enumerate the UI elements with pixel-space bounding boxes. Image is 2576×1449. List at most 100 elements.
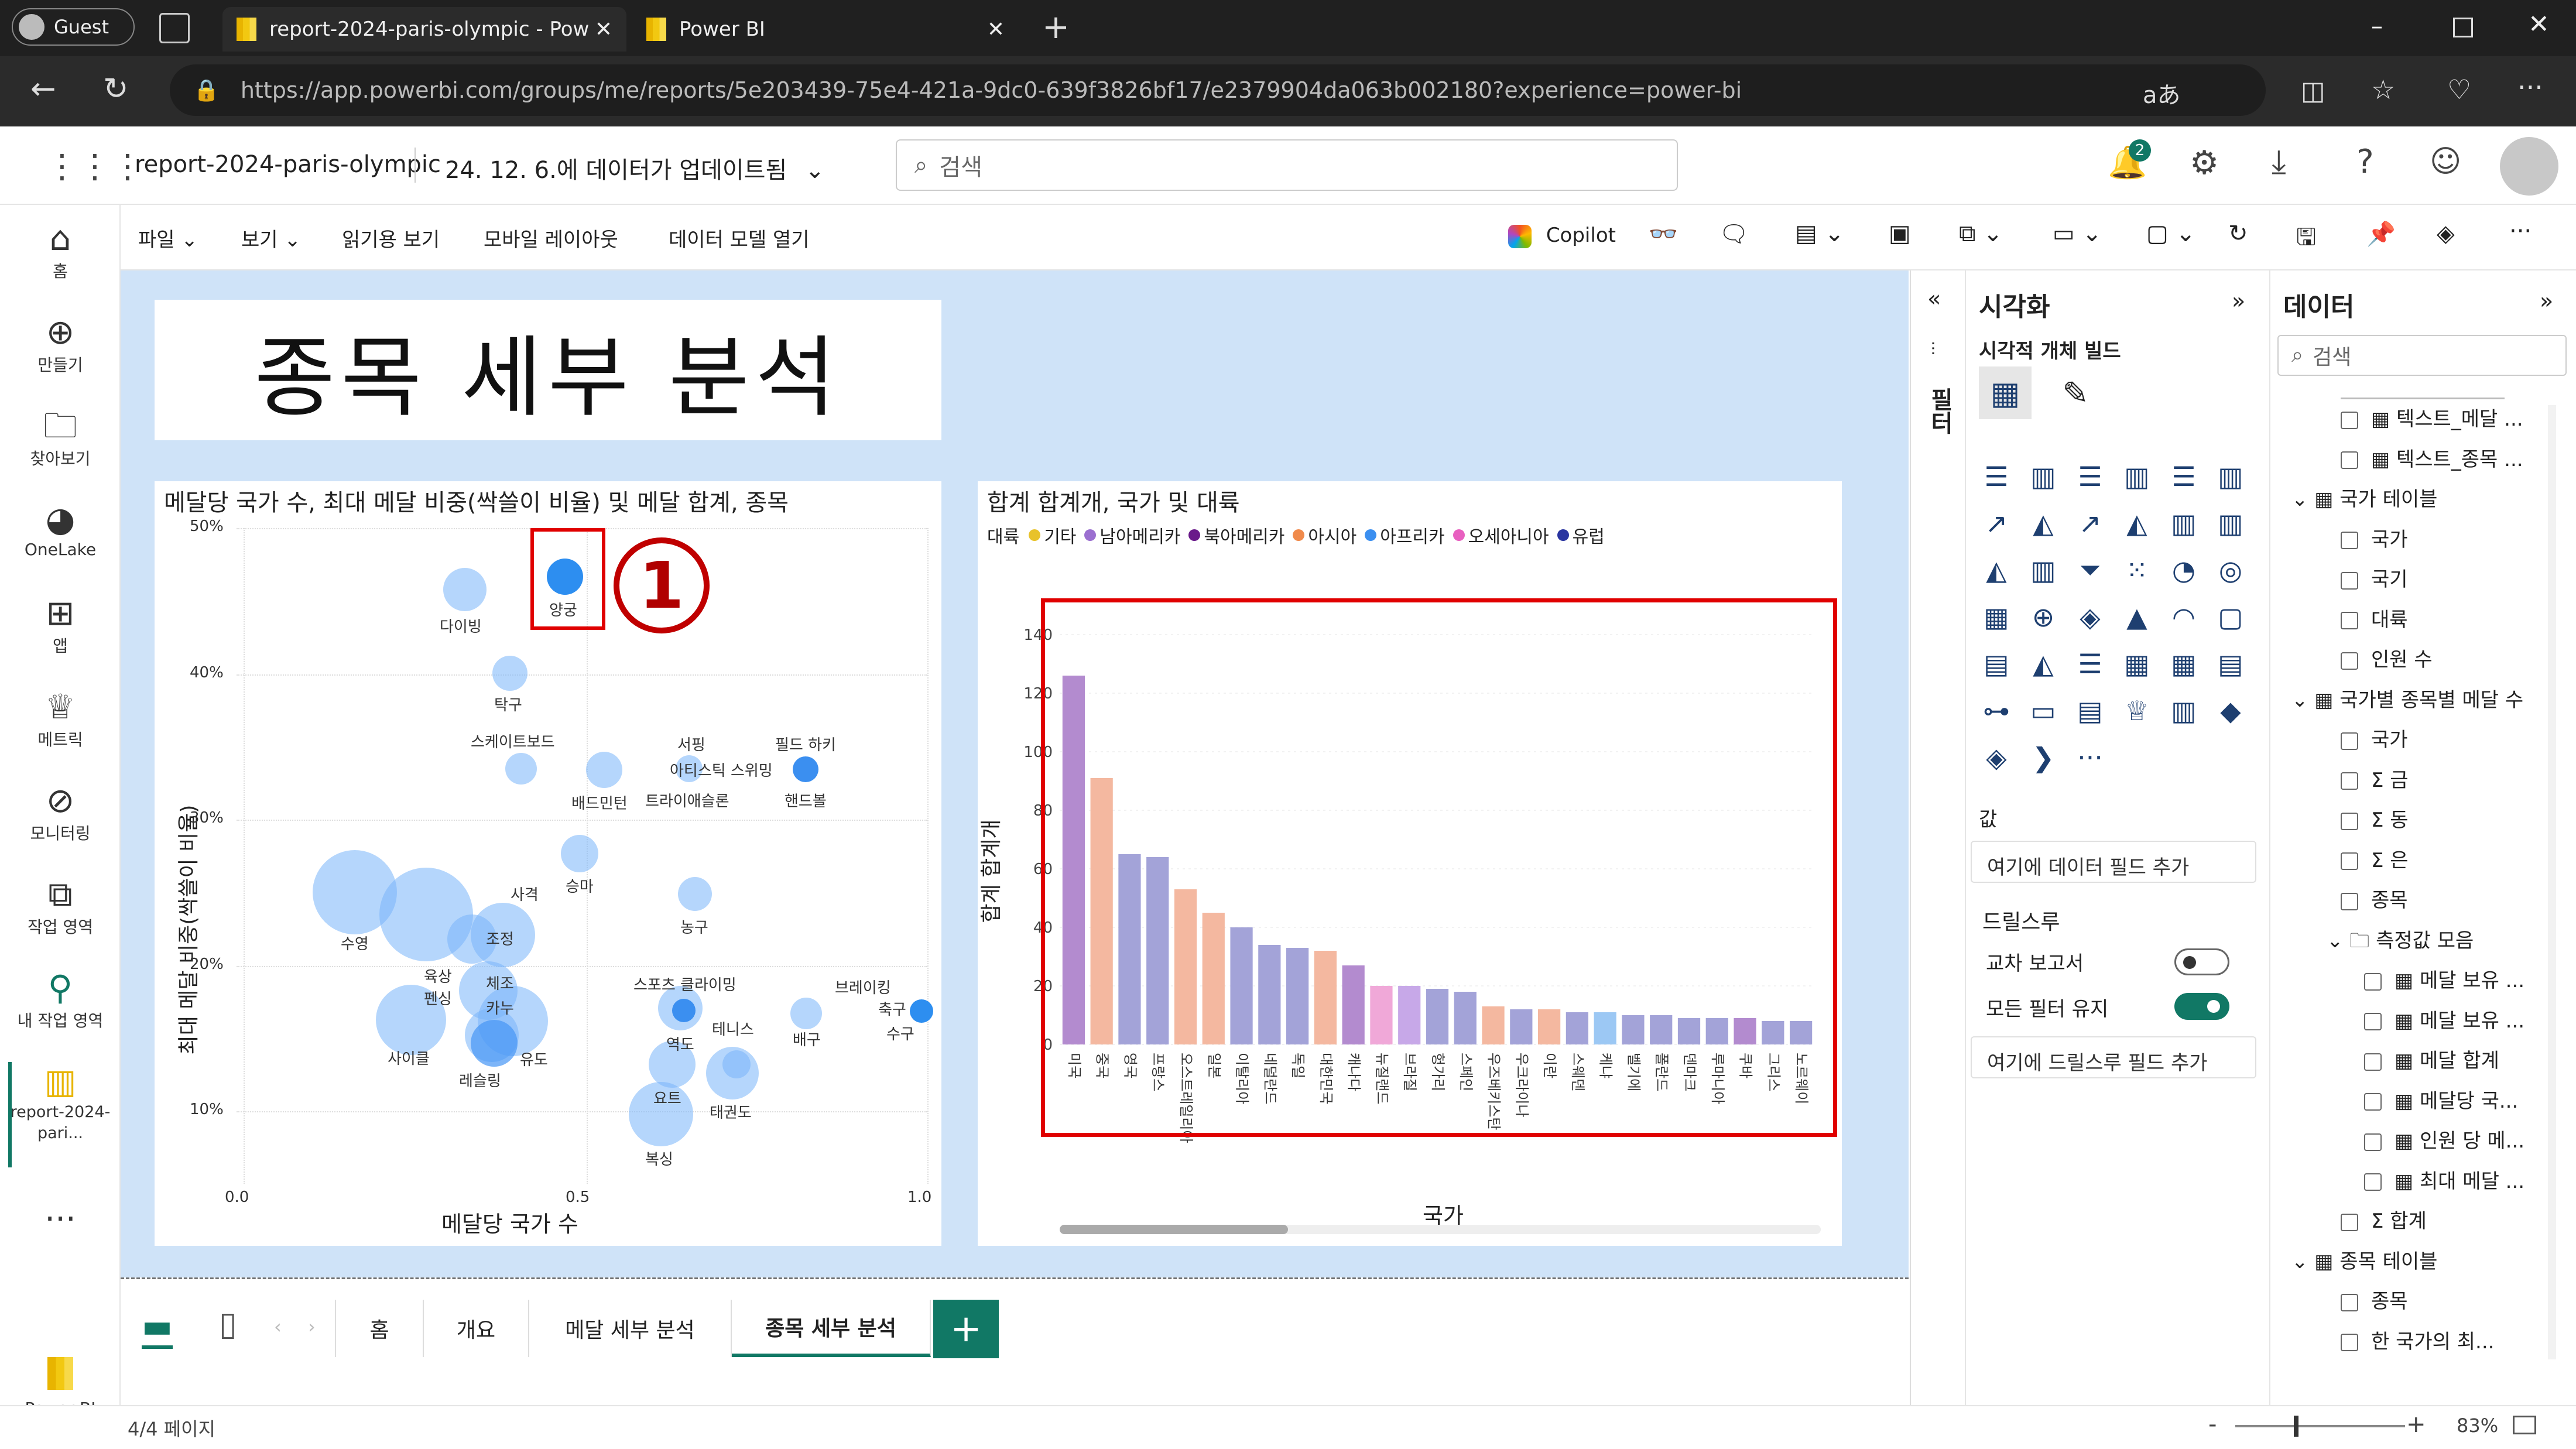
bar-chart[interactable]: 합계 합계개, 국가 및 대륙 대륙 기타 남아메리카 북아메리카 아시아 아프리카 오세… [978, 481, 1842, 1246]
data-tree-measure[interactable]: ▦ 메달 보유 ... [2364, 1005, 2524, 1033]
data-tree-table[interactable]: ⌄ ▦ 국가별 종목별 메달 수 [2291, 684, 2523, 712]
data-tree-sum[interactable]: Σ 합계 [2341, 1205, 2427, 1234]
settings-gear-icon[interactable]: ⚙ [2190, 144, 2219, 182]
visual-type-icon[interactable]: ▥ [2026, 459, 2061, 494]
visual-type-icon[interactable]: ▥ [2213, 459, 2248, 494]
field-checkbox[interactable] [2341, 411, 2358, 429]
browser-essentials-icon[interactable]: ♡ [2447, 74, 2471, 105]
visual-type-icon[interactable]: ··· [2073, 740, 2108, 775]
add-page-button[interactable]: + [933, 1300, 999, 1358]
data-tree-measure[interactable]: ▦ 텍스트_종목 ... [2341, 443, 2523, 472]
visual-type-icon[interactable]: ▭ [2026, 693, 2061, 728]
visual-type-icon[interactable]: ◭ [1979, 553, 2014, 588]
field-checkbox[interactable] [2341, 732, 2358, 750]
zoom-in-button[interactable]: + [2406, 1411, 2426, 1438]
rail-my-workspace[interactable]: ⚲ 내 작업 영역 [0, 967, 121, 1032]
visual-type-icon[interactable]: ☰ [2166, 459, 2201, 494]
data-tree-measure[interactable]: ▦ 메달 합계 [2364, 1044, 2499, 1073]
visual-type-icon[interactable]: ▥ [2166, 693, 2201, 728]
rail-workspaces[interactable]: ⧉ 작업 영역 [0, 873, 121, 938]
new-tab-button[interactable]: + [1042, 8, 1070, 46]
copilot-button[interactable]: Copilot [1508, 224, 1616, 248]
minimize-button[interactable]: – [2371, 13, 2383, 40]
data-tree-field[interactable]: 인원 수 [2341, 643, 2433, 672]
rail-browse[interactable]: 🗀 찾아보기 [0, 405, 121, 470]
format-visual-tab[interactable]: ✎ [2049, 366, 2102, 419]
visual-type-icon[interactable]: ⁙ [2119, 553, 2154, 588]
data-tree-sum[interactable]: Σ 동 [2341, 804, 2409, 833]
search-input[interactable]: ⌕ 검색 [896, 139, 1678, 191]
tab-powerbi[interactable]: Power BI ✕ [632, 7, 1019, 52]
bubble[interactable] [672, 999, 696, 1022]
data-tree-measure[interactable]: ▦ 메달당 국... [2364, 1085, 2518, 1114]
bubble[interactable] [586, 752, 622, 788]
field-checkbox[interactable] [2364, 1053, 2382, 1071]
visual-type-icon[interactable]: ▥ [2119, 459, 2154, 494]
visual-type-icon[interactable]: ◆ [2213, 693, 2248, 728]
rail-metrics[interactable]: ♕ 메트릭 [0, 686, 121, 751]
visual-type-icon[interactable]: ▥ [2026, 553, 2061, 588]
desktop-layout-icon[interactable]: ▬ [142, 1307, 173, 1349]
bubble[interactable] [561, 835, 598, 872]
visual-type-icon[interactable]: ▥ [2213, 506, 2248, 541]
more-options-icon[interactable]: ··· [2509, 218, 2532, 245]
rail-create[interactable]: ⊕ 만들기 [0, 311, 121, 376]
more-icon[interactable]: ··· [2517, 71, 2543, 103]
field-checkbox[interactable] [2341, 892, 2358, 910]
bubble[interactable] [505, 753, 537, 785]
bubble[interactable] [492, 656, 527, 691]
notifications-button[interactable]: 🔔 2 [2108, 139, 2151, 181]
visual-type-icon[interactable]: ❯ [2026, 740, 2061, 775]
field-checkbox[interactable] [2341, 772, 2358, 790]
rail-home[interactable]: ⌂ 홈 [0, 218, 121, 282]
visual-type-icon[interactable]: ▢ [2213, 600, 2248, 635]
field-checkbox[interactable] [2364, 1173, 2382, 1191]
page-tab-event-detail[interactable]: 종목 세부 분석 [732, 1300, 931, 1357]
bubble[interactable] [471, 1020, 518, 1067]
rail-more[interactable]: ··· [0, 1200, 121, 1238]
build-visual-tab[interactable]: ▦ [1979, 366, 2032, 419]
download-icon[interactable]: ⤓ [2272, 143, 2286, 181]
tab-actions-icon[interactable] [159, 13, 190, 43]
file-menu[interactable]: 파일 ⌄ [138, 224, 198, 252]
values-drop-zone[interactable]: 여기에 데이터 필드 추가 [1971, 841, 2256, 883]
zoom-out-button[interactable]: - [2208, 1411, 2217, 1438]
comment-icon[interactable]: 🗨 [1719, 220, 1749, 248]
view-menu[interactable]: 보기 ⌄ [241, 224, 301, 252]
data-tree-field[interactable]: 종목 [2341, 884, 2408, 913]
teams-icon[interactable]: ◈ [2437, 220, 2455, 247]
user-avatar[interactable] [2500, 137, 2558, 196]
visual-type-icon[interactable]: ◎ [2213, 553, 2248, 588]
rail-current-report[interactable]: ▥ report-2024-pari... [0, 1061, 121, 1144]
visual-type-icon[interactable]: ▤ [2213, 646, 2248, 681]
zoom-slider[interactable] [2235, 1416, 2405, 1437]
data-tree-measure[interactable]: ▦ 메달 보유 ... [2364, 964, 2524, 993]
bubble[interactable] [722, 1050, 751, 1078]
refresh-button[interactable]: ↻ [103, 71, 129, 107]
visual-type-icon[interactable]: ☰ [2073, 459, 2108, 494]
bubble[interactable] [678, 877, 712, 911]
app-launcher-icon[interactable]: ⋮⋮⋮ [46, 148, 144, 186]
field-checkbox[interactable] [2341, 652, 2358, 670]
close-icon[interactable]: ✕ [987, 18, 1005, 42]
collapse-icon[interactable]: » [2540, 288, 2553, 314]
visual-type-icon[interactable]: ▦ [2166, 646, 2201, 681]
field-checkbox[interactable] [2364, 1013, 2382, 1030]
scrollbar-thumb[interactable] [1060, 1225, 1288, 1234]
page-tab-medal-detail[interactable]: 메달 세부 분석 [529, 1300, 732, 1357]
vertical-scrollbar[interactable] [2548, 405, 2556, 1359]
visual-type-icon[interactable]: ↗ [1979, 506, 2014, 541]
field-checkbox[interactable] [2341, 1334, 2358, 1351]
notes-icon[interactable]: ▣ [1889, 220, 1911, 247]
help-icon[interactable]: ? [2356, 143, 2374, 181]
present-icon[interactable]: ▭ ⌄ [2053, 220, 2102, 247]
data-tree-sum[interactable]: Σ 은 [2341, 844, 2409, 873]
field-checkbox[interactable] [2341, 1293, 2358, 1311]
zoom-slider-thumb[interactable] [2294, 1416, 2298, 1437]
url-field[interactable]: 🔒 https://app.powerbi.com/groups/me/repo… [170, 64, 2266, 116]
visual-type-icon[interactable]: ↗ [2073, 506, 2108, 541]
save-icon[interactable]: 🖫 [2296, 220, 2316, 260]
visual-type-icon[interactable]: ☰ [2073, 646, 2108, 681]
field-checkbox[interactable] [2341, 571, 2358, 590]
rail-monitoring[interactable]: ⊘ 모니터링 [0, 780, 121, 844]
